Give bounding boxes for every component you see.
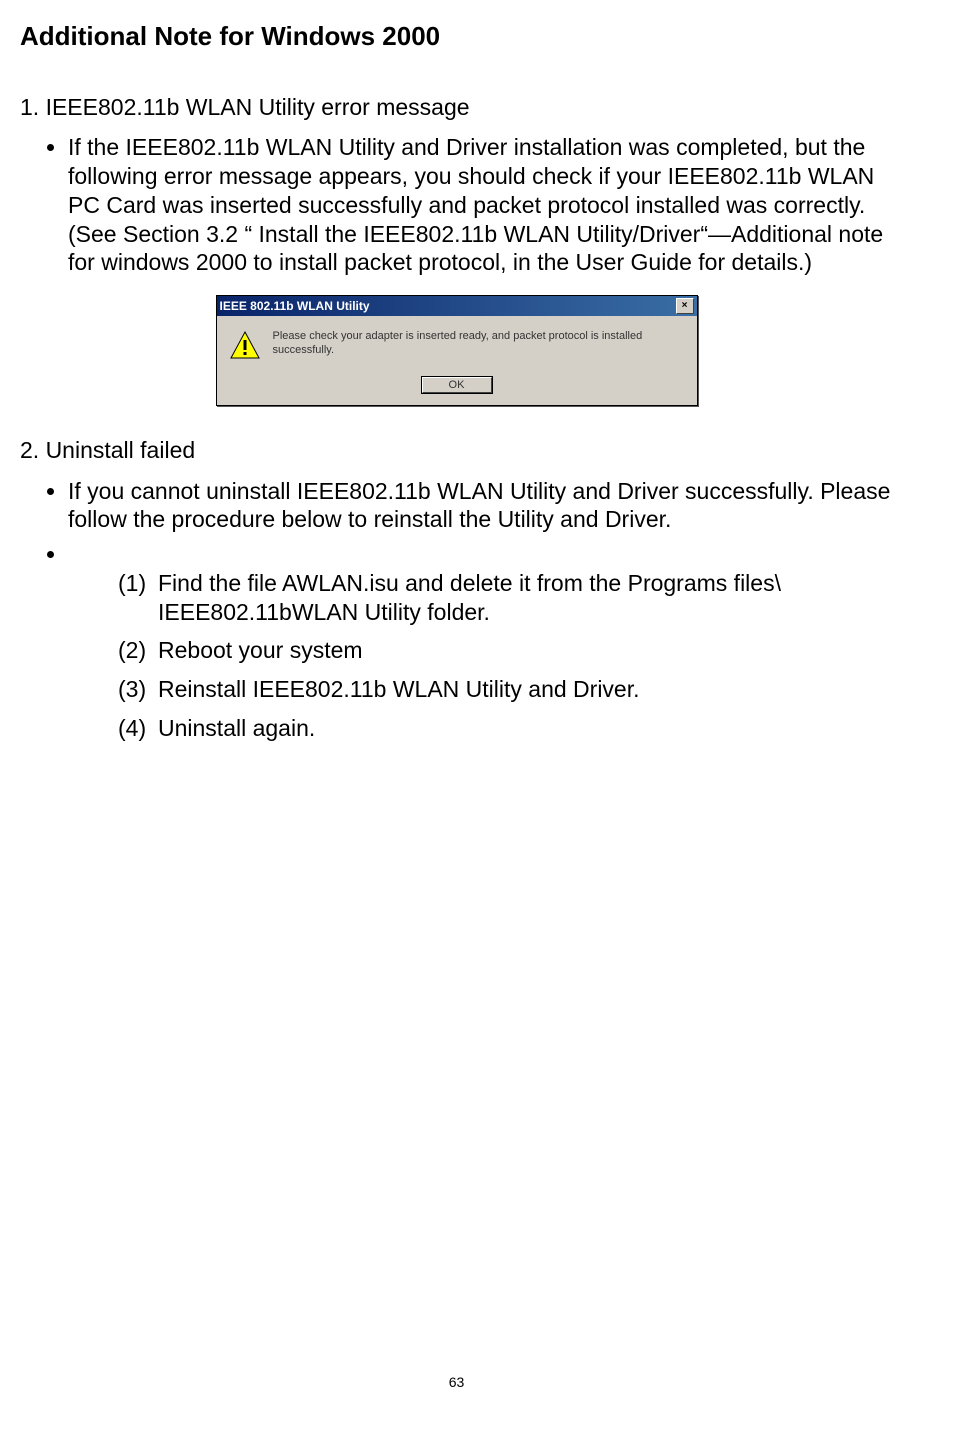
page-title: Additional Note for Windows 2000 [20, 20, 893, 53]
section-2-list: If you cannot uninstall IEEE802.11b WLAN… [20, 477, 893, 743]
section-2-empty-bullet: (1) Find the file AWLAN.isu and delete it… [68, 540, 893, 743]
step-3-text: Reinstall IEEE802.11b WLAN Utility and D… [158, 676, 640, 702]
dialog-button-row: OK [217, 373, 697, 405]
warning-icon [229, 330, 261, 367]
section-2-bullet: If you cannot uninstall IEEE802.11b WLAN… [68, 477, 893, 535]
step-4-text: Uninstall again. [158, 715, 315, 741]
page-number: 63 [0, 1374, 913, 1392]
section-1-heading: 1. IEEE802.11b WLAN Utility error messag… [20, 93, 893, 122]
step-2-num: (2) [118, 636, 146, 665]
dialog-body: Please check your adapter is inserted re… [217, 316, 697, 373]
dialog-titlebar: IEEE 802.11b WLAN Utility × [217, 296, 697, 316]
step-3: (3) Reinstall IEEE802.11b WLAN Utility an… [118, 675, 893, 704]
ok-button[interactable]: OK [422, 377, 492, 393]
section-1-list: If the IEEE802.11b WLAN Utility and Driv… [20, 133, 893, 277]
section-2-heading: 2. Uninstall failed [20, 436, 893, 465]
step-1-num: (1) [118, 569, 146, 598]
dialog-container: IEEE 802.11b WLAN Utility × Please check… [20, 295, 893, 406]
steps-list: (1) Find the file AWLAN.isu and delete it… [68, 569, 893, 743]
close-icon[interactable]: × [676, 298, 694, 314]
section-1-bullet: If the IEEE802.11b WLAN Utility and Driv… [68, 133, 893, 277]
step-3-num: (3) [118, 675, 146, 704]
step-2: (2) Reboot your system [118, 636, 893, 665]
dialog-message: Please check your adapter is inserted re… [273, 330, 685, 367]
step-4: (4) Uninstall again. [118, 714, 893, 743]
step-1-text: Find the file AWLAN.isu and delete it fr… [158, 570, 781, 625]
step-1: (1) Find the file AWLAN.isu and delete it… [118, 569, 893, 627]
dialog-title: IEEE 802.11b WLAN Utility [220, 299, 370, 314]
error-dialog: IEEE 802.11b WLAN Utility × Please check… [216, 295, 698, 406]
step-2-text: Reboot your system [158, 637, 363, 663]
step-4-num: (4) [118, 714, 146, 743]
